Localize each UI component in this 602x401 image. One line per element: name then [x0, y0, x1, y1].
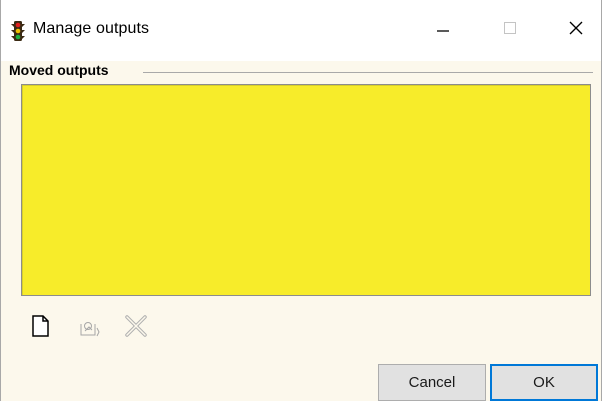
traffic-light-icon: [10, 21, 26, 41]
moved-outputs-group-label: Moved outputs: [9, 62, 111, 78]
minimize-icon: [436, 21, 450, 40]
manage-outputs-window: Manage outputs Moved outputs Cancel OK: [0, 0, 602, 401]
delete-icon[interactable]: [123, 312, 149, 340]
maximize-icon: [503, 21, 517, 40]
minimize-button[interactable]: [421, 14, 465, 46]
group-divider: [143, 72, 593, 73]
title-bar[interactable]: Manage outputs: [1, 0, 601, 61]
ok-button[interactable]: OK: [490, 364, 598, 401]
cancel-button[interactable]: Cancel: [378, 364, 486, 401]
close-button[interactable]: [554, 14, 598, 46]
new-icon[interactable]: [27, 312, 53, 340]
close-icon: [568, 20, 584, 41]
window-title: Manage outputs: [33, 20, 150, 37]
moved-outputs-list[interactable]: [21, 84, 591, 296]
edit-icon[interactable]: [77, 312, 103, 340]
maximize-button[interactable]: [488, 14, 532, 46]
